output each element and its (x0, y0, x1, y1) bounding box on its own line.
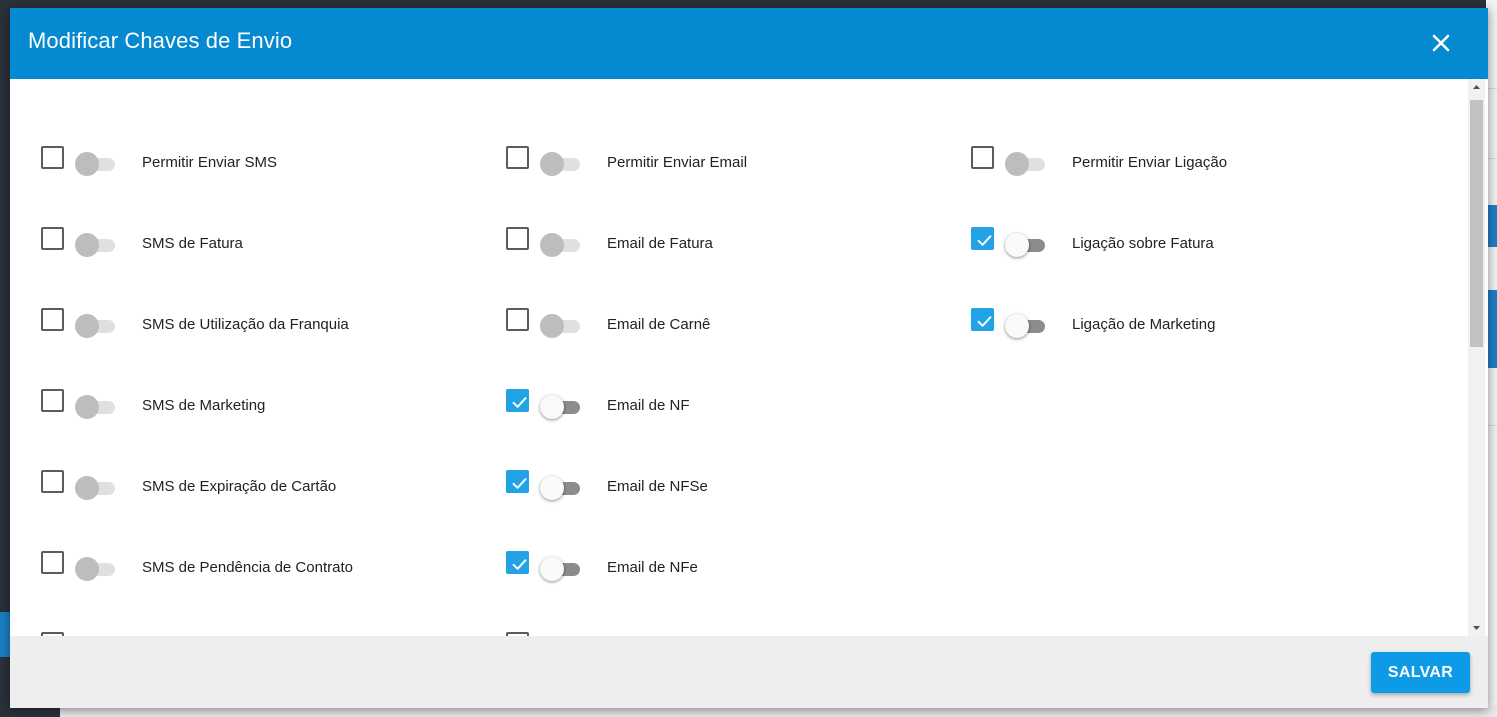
option-row: SMS de Pendência de Contrato (41, 551, 501, 591)
option-checkbox[interactable] (506, 551, 529, 574)
option-row: Permitir Enviar SMS (41, 146, 501, 186)
toggle-knob (75, 395, 99, 419)
option-label: Ligação sobre Fatura (1072, 235, 1214, 252)
toggle-knob (540, 557, 564, 581)
option-label: SMS de Expiração de Cartão (142, 478, 337, 495)
modal-body: Permitir Enviar SMS SMS de Fatura SMS de U… (10, 79, 1488, 636)
toggle-knob (540, 233, 564, 257)
option-toggle-switch[interactable] (540, 557, 580, 581)
option-label: Permitir Enviar Ligação (1072, 154, 1228, 171)
option-row: SMS de Expiração de Cartão (41, 470, 501, 510)
option-row: Email de NF (506, 389, 966, 429)
option-row: Email de Carnê (506, 308, 966, 348)
option-label: SMS de Fatura (142, 235, 243, 252)
option-checkbox[interactable] (971, 227, 994, 250)
option-toggle-switch[interactable] (540, 476, 580, 500)
toggle-knob (540, 395, 564, 419)
check-icon (512, 397, 527, 408)
toggle-knob (1005, 314, 1029, 338)
modal-footer: SALVAR (10, 636, 1488, 708)
option-checkbox[interactable] (41, 227, 64, 250)
option-row: SMS de Fatura (41, 227, 501, 267)
option-toggle-switch[interactable] (1005, 314, 1045, 338)
close-button[interactable] (1426, 28, 1456, 58)
option-toggle-switch[interactable] (540, 395, 580, 419)
option-row: Email de NFSe (506, 470, 966, 510)
toggle-knob (1005, 152, 1029, 176)
scroll-up-arrow[interactable] (1468, 79, 1485, 96)
option-row: Email de Fatura (506, 227, 966, 267)
option-toggle-switch[interactable] (75, 314, 115, 338)
option-toggle-switch[interactable] (75, 233, 115, 257)
save-button[interactable]: SALVAR (1371, 652, 1470, 693)
check-icon (977, 316, 992, 327)
option-label: Ligação de Marketing (1072, 316, 1216, 333)
modal-title: Modificar Chaves de Envio (28, 28, 293, 53)
triangle-down-icon (1473, 626, 1480, 630)
modal-dialog: Modificar Chaves de Envio Permitir Envia… (10, 8, 1488, 708)
option-checkbox[interactable] (971, 308, 994, 331)
option-row: Email de NFe (506, 551, 966, 591)
option-toggle-switch[interactable] (1005, 152, 1045, 176)
scrollbar[interactable] (1468, 79, 1485, 636)
check-icon (977, 235, 992, 246)
toggle-knob (1005, 233, 1029, 257)
toggle-knob (75, 152, 99, 176)
toggle-knob (540, 314, 564, 338)
option-label: Email de NFSe (607, 478, 708, 495)
option-row: Permitir Enviar Ligação (971, 146, 1431, 186)
option-label: Email de NF (607, 397, 690, 414)
option-toggle-switch[interactable] (75, 476, 115, 500)
close-icon (1432, 34, 1450, 52)
option-checkbox[interactable] (41, 470, 64, 493)
option-row: Ligação sobre Fatura (971, 227, 1431, 267)
option-toggle-switch[interactable] (75, 395, 115, 419)
option-toggle-switch[interactable] (75, 557, 115, 581)
option-checkbox[interactable] (506, 308, 529, 331)
background-sidebar-fragment (0, 612, 10, 657)
option-label: Email de NFe (607, 559, 698, 576)
option-label: SMS de Marketing (142, 397, 266, 414)
option-toggle-switch[interactable] (540, 314, 580, 338)
toggle-knob (75, 314, 99, 338)
option-checkbox[interactable] (506, 389, 529, 412)
option-checkbox[interactable] (41, 389, 64, 412)
triangle-up-icon (1473, 85, 1480, 89)
option-label: SMS de Pendência de Contrato (142, 559, 353, 576)
check-icon (512, 559, 527, 570)
option-label: Email de Fatura (607, 235, 713, 252)
toggle-knob (75, 476, 99, 500)
scrollbar-thumb[interactable] (1470, 100, 1483, 347)
option-toggle-switch[interactable] (540, 152, 580, 176)
toggle-knob (540, 152, 564, 176)
option-label: SMS de Utilização da Franquia (142, 316, 349, 333)
option-row: SMS de Marketing (41, 389, 501, 429)
option-checkbox[interactable] (506, 227, 529, 250)
option-checkbox[interactable] (506, 470, 529, 493)
option-toggle-switch[interactable] (1005, 233, 1045, 257)
toggle-knob (75, 557, 99, 581)
option-label: Permitir Enviar Email (607, 154, 748, 171)
option-toggle-switch[interactable] (75, 152, 115, 176)
check-icon (512, 478, 527, 489)
option-row: Ligação de Marketing (971, 308, 1431, 348)
option-checkbox[interactable] (41, 146, 64, 169)
option-checkbox[interactable] (41, 551, 64, 574)
option-checkbox[interactable] (506, 146, 529, 169)
option-checkbox[interactable] (41, 308, 64, 331)
modal-header: Modificar Chaves de Envio (10, 8, 1488, 79)
option-label: Email de Carnê (607, 316, 711, 333)
option-toggle-switch[interactable] (540, 233, 580, 257)
toggle-knob (75, 233, 99, 257)
option-row: SMS de Utilização da Franquia (41, 308, 501, 348)
option-label: Permitir Enviar SMS (142, 154, 278, 171)
option-checkbox[interactable] (971, 146, 994, 169)
option-row: Permitir Enviar Email (506, 146, 966, 186)
scroll-down-arrow[interactable] (1468, 619, 1485, 636)
toggle-knob (540, 476, 564, 500)
